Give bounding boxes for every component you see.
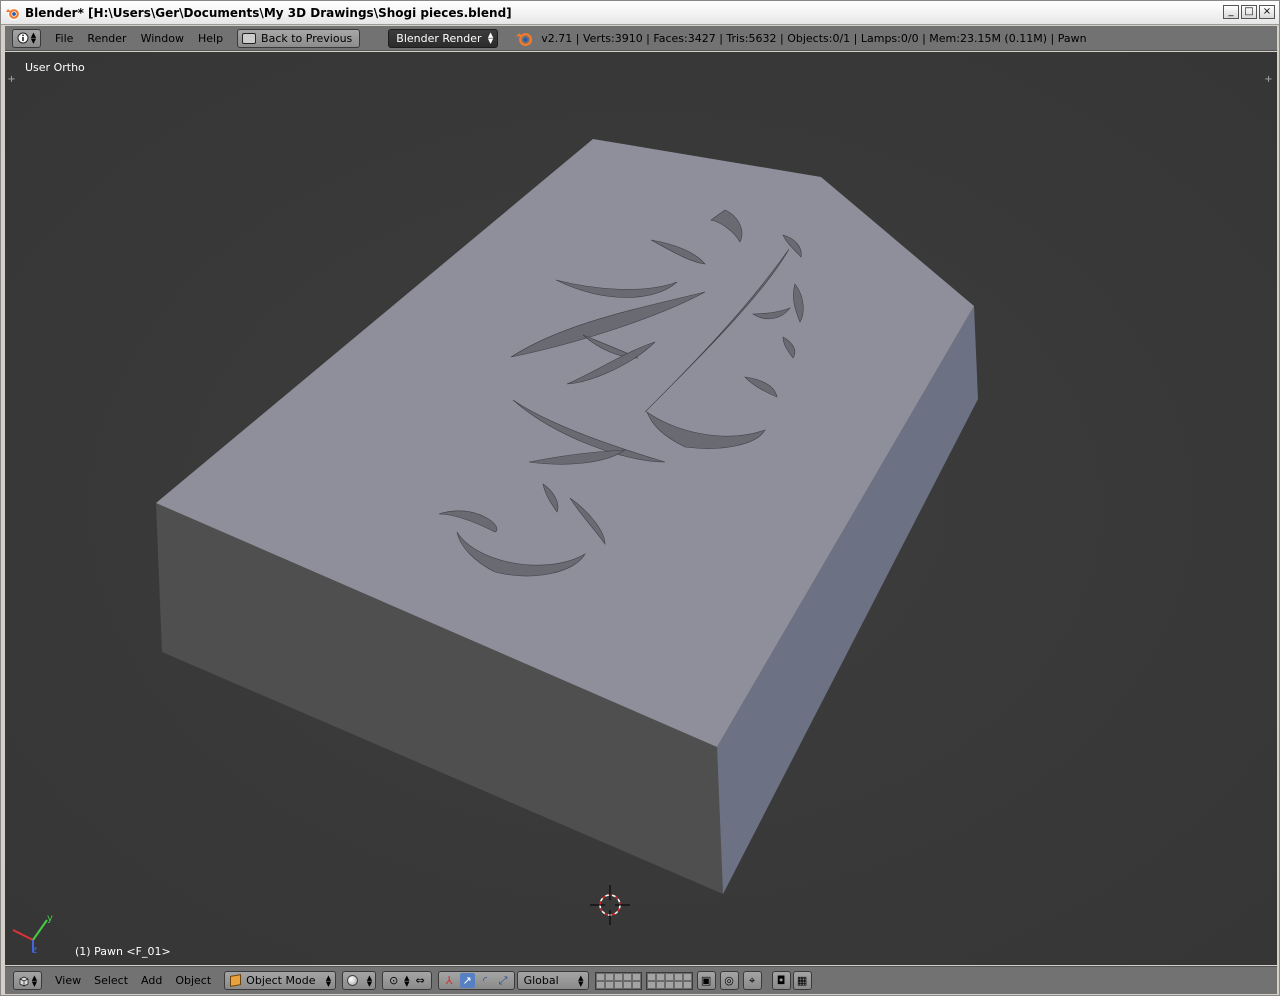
viewport-corner-top-left[interactable]: + bbox=[7, 75, 16, 85]
info-icon bbox=[17, 32, 29, 44]
menu-view[interactable]: View bbox=[55, 974, 81, 987]
scale-manipulator-icon[interactable]: ⤢ bbox=[496, 973, 511, 988]
menu-add[interactable]: Add bbox=[141, 974, 162, 987]
updown-arrows-icon: ▲ ▼ bbox=[31, 973, 38, 988]
pivot-point-select[interactable]: ⊙ ▲ ▼ ⇔ bbox=[382, 971, 432, 990]
blender-app-icon bbox=[6, 7, 21, 20]
back-to-previous-label: Back to Previous bbox=[261, 31, 353, 45]
updown-arrows-icon: ▲ ▼ bbox=[487, 31, 494, 45]
lock-camera-layers-button[interactable]: ▣ bbox=[696, 971, 716, 990]
camera-icon: ◘ bbox=[776, 974, 786, 987]
window-titlebar[interactable]: Blender* [H:\Users\Ger\Documents\My 3D D… bbox=[1, 1, 1279, 25]
render-engine-value: Blender Render bbox=[396, 31, 482, 45]
view3d-header: ▲ ▼ View Select Add Object Object Mode ▲ ▼… bbox=[5, 966, 1277, 994]
snap-toggle-button[interactable]: ⌖ bbox=[742, 971, 762, 990]
rotate-manipulator-icon[interactable]: ◜ bbox=[478, 973, 493, 988]
updown-arrows-icon: ▲ ▼ bbox=[366, 973, 373, 988]
3d-viewport[interactable]: + + User Ortho y z (1) Pawn <F_01> bbox=[5, 52, 1277, 965]
menu-select[interactable]: Select bbox=[94, 974, 128, 987]
menu-window[interactable]: Window bbox=[141, 32, 184, 45]
editor-type-selector[interactable]: ▲ ▼ bbox=[13, 971, 42, 990]
manipulator-tools: ⅄ ↗ ◜ ⤢ bbox=[437, 971, 515, 990]
scene-render bbox=[5, 52, 1277, 965]
scene-stats: v2.71 | Verts:3910 | Faces:3427 | Tris:5… bbox=[541, 31, 1087, 45]
proportional-edit-icon: ◎ bbox=[724, 974, 734, 987]
back-to-previous-button[interactable]: Back to Previous bbox=[237, 28, 361, 48]
menu-file[interactable]: File bbox=[55, 32, 73, 45]
view-type-label: User Ortho bbox=[25, 61, 85, 74]
interaction-mode-value: Object Mode bbox=[246, 974, 316, 987]
close-button[interactable]: × bbox=[1259, 5, 1275, 19]
snap-icon: ⌖ bbox=[748, 973, 756, 987]
lock-icon: ▣ bbox=[700, 974, 712, 987]
window-title: Blender* [H:\Users\Ger\Documents\My 3D D… bbox=[25, 5, 512, 20]
pivot-only-locations-icon[interactable]: ⇔ bbox=[413, 973, 428, 988]
scene-layers bbox=[594, 971, 693, 990]
viewport-shading-select[interactable]: ▲ ▼ bbox=[342, 971, 377, 990]
axis-label-z: z bbox=[32, 945, 38, 956]
layer-block-2[interactable] bbox=[645, 971, 693, 990]
info-header: ▲ ▼ File Render Window Help Back to Previ… bbox=[5, 26, 1277, 51]
updown-arrows-icon: ▲ ▼ bbox=[404, 973, 410, 988]
maximize-button[interactable]: □ bbox=[1241, 5, 1257, 19]
proportional-editing-button[interactable]: ◎ bbox=[719, 971, 739, 990]
menu-object[interactable]: Object bbox=[175, 974, 211, 987]
solid-shading-icon bbox=[347, 975, 359, 986]
menu-help[interactable]: Help bbox=[198, 32, 223, 45]
viewport-corner-top-right[interactable]: + bbox=[1264, 75, 1273, 85]
updown-arrows-icon: ▲ ▼ bbox=[325, 973, 332, 988]
render-opengl-button[interactable]: ◘ bbox=[771, 971, 791, 990]
minimize-button[interactable]: _ bbox=[1223, 5, 1239, 19]
3d-view-icon bbox=[19, 976, 29, 986]
transform-orientation-value: Global bbox=[523, 974, 559, 987]
menu-render[interactable]: Render bbox=[87, 32, 126, 45]
window-controls: _ □ × bbox=[1223, 5, 1275, 19]
clapperboard-icon: ▦ bbox=[796, 974, 808, 987]
object-mode-icon bbox=[230, 974, 242, 987]
transform-orientation-select[interactable]: Global ▲ ▼ bbox=[516, 971, 589, 990]
editor-type-selector[interactable]: ▲ ▼ bbox=[12, 28, 41, 48]
render-engine-select[interactable]: Blender Render ▲ ▼ bbox=[388, 28, 499, 48]
render-animation-button[interactable]: ▦ bbox=[792, 971, 812, 990]
interaction-mode-select[interactable]: Object Mode ▲ ▼ bbox=[224, 971, 337, 990]
axis-label-y: y bbox=[47, 913, 53, 924]
updown-arrows-icon: ▲ ▼ bbox=[30, 31, 37, 45]
active-object-info: (1) Pawn <F_01> bbox=[75, 945, 171, 958]
updown-arrows-icon: ▲ ▼ bbox=[578, 973, 584, 988]
manipulator-toggle-icon[interactable]: ⅄ bbox=[442, 973, 457, 988]
blender-window: Blender* [H:\Users\Ger\Documents\My 3D D… bbox=[0, 0, 1280, 996]
pivot-point-icon: ⊙ bbox=[389, 974, 399, 987]
layer-block-1[interactable] bbox=[594, 971, 642, 990]
translate-manipulator-icon[interactable]: ↗ bbox=[459, 973, 475, 988]
back-screen-icon bbox=[242, 32, 257, 44]
blender-logo-icon bbox=[516, 32, 533, 46]
